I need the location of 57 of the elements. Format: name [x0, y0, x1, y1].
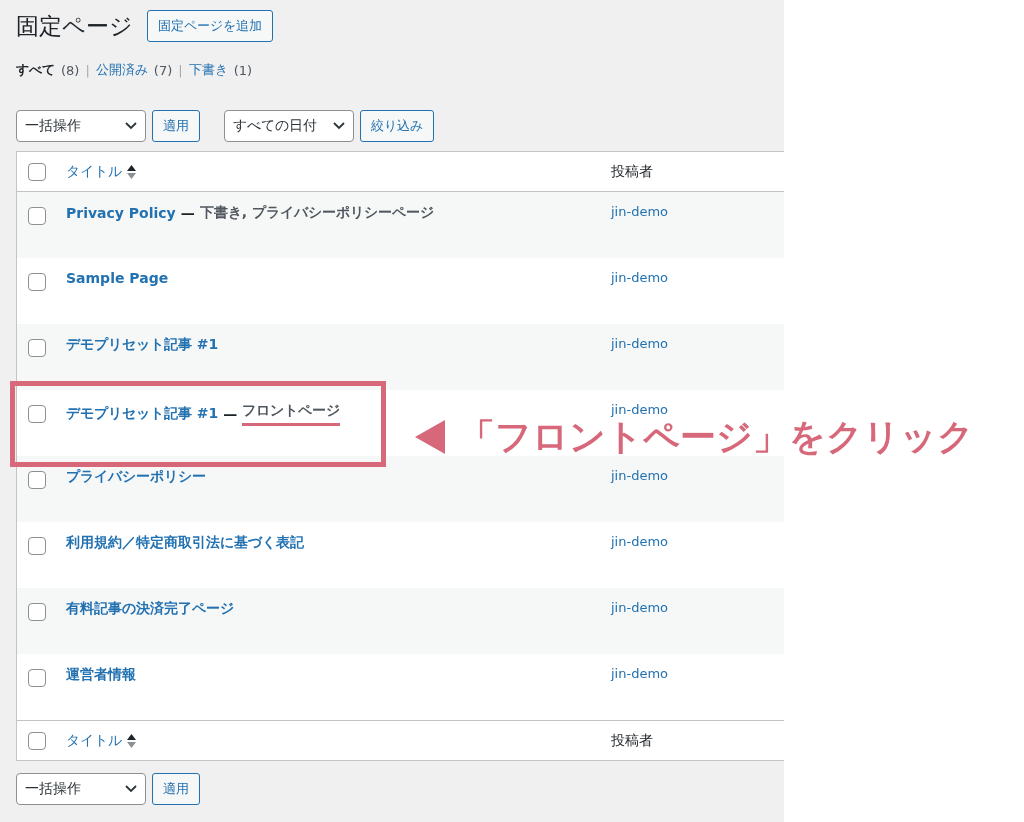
title-column-header[interactable]: タイトル: [66, 162, 122, 181]
page-title-link[interactable]: デモプリセット記事 #1: [66, 405, 219, 423]
status-filter-link[interactable]: 下書き: [188, 61, 228, 79]
select-all-checkbox[interactable]: [28, 731, 46, 750]
author-link[interactable]: jin-demo: [611, 402, 669, 417]
row-checkbox[interactable]: [28, 207, 46, 225]
status-count: (1): [233, 62, 253, 78]
add-page-button[interactable]: 固定ページを追加: [147, 10, 273, 42]
separator: |: [178, 62, 183, 78]
filter-button[interactable]: 絞り込み: [360, 110, 434, 142]
select-all-checkbox[interactable]: [28, 162, 46, 181]
page-title: 固定ページ: [16, 11, 133, 41]
page-title-link[interactable]: プライバシーポリシー: [66, 468, 206, 486]
row-checkbox[interactable]: [28, 603, 46, 621]
chevron-down-icon: [125, 785, 137, 793]
status-filter-link[interactable]: すべて: [16, 61, 55, 79]
page-title-link[interactable]: Sample Page: [66, 270, 169, 286]
author-link[interactable]: jin-demo: [611, 600, 669, 615]
chevron-down-icon: [333, 122, 345, 130]
page-title-link[interactable]: デモプリセット記事 #1: [66, 336, 219, 354]
author-link[interactable]: jin-demo: [611, 468, 669, 483]
apply-button[interactable]: 適用: [152, 773, 200, 805]
row-checkbox[interactable]: [28, 339, 46, 357]
row-checkbox[interactable]: [28, 471, 46, 489]
dash: —: [180, 205, 195, 221]
row-checkbox[interactable]: [28, 405, 46, 423]
sort-icon: [127, 163, 136, 180]
dash: —: [223, 406, 238, 422]
author-link[interactable]: jin-demo: [611, 336, 669, 351]
pointer-triangle-icon: [415, 420, 445, 454]
row-checkbox[interactable]: [28, 537, 46, 555]
callout-text: 「フロントページ」をクリック: [459, 419, 974, 455]
sort-icon: [127, 732, 136, 749]
page-title-link[interactable]: 運営者情報: [66, 666, 136, 684]
chevron-down-icon: [125, 122, 137, 130]
author-link[interactable]: jin-demo: [611, 270, 669, 285]
author-link[interactable]: jin-demo: [611, 666, 669, 681]
row-checkbox[interactable]: [28, 273, 46, 291]
date-filter-dropdown[interactable]: すべての日付: [224, 110, 354, 142]
bulk-action-dropdown[interactable]: 一括操作: [16, 773, 146, 805]
author-link[interactable]: jin-demo: [611, 534, 669, 549]
page-title-link[interactable]: Privacy Policy: [66, 205, 176, 221]
page-title-link[interactable]: 有料記事の決済完了ページ: [66, 600, 234, 618]
page-state-label: フロントページ: [242, 402, 341, 426]
bulk-action-dropdown[interactable]: 一括操作: [16, 110, 146, 142]
title-column-header[interactable]: タイトル: [66, 731, 122, 750]
separator: |: [85, 62, 90, 78]
author-column-header: 投稿者: [611, 731, 653, 750]
author-link[interactable]: jin-demo: [611, 204, 669, 219]
status-filter-link[interactable]: 公開済み: [95, 61, 148, 79]
page-title-link[interactable]: 利用規約／特定商取引法に基づく表記: [66, 534, 304, 552]
row-checkbox[interactable]: [28, 669, 46, 687]
status-count: (7): [153, 62, 173, 78]
page-state-label: 下書き, プライバシーポリシーページ: [199, 204, 434, 222]
apply-button[interactable]: 適用: [152, 110, 200, 142]
author-column-header: 投稿者: [611, 162, 653, 181]
status-count: (8): [61, 62, 80, 78]
